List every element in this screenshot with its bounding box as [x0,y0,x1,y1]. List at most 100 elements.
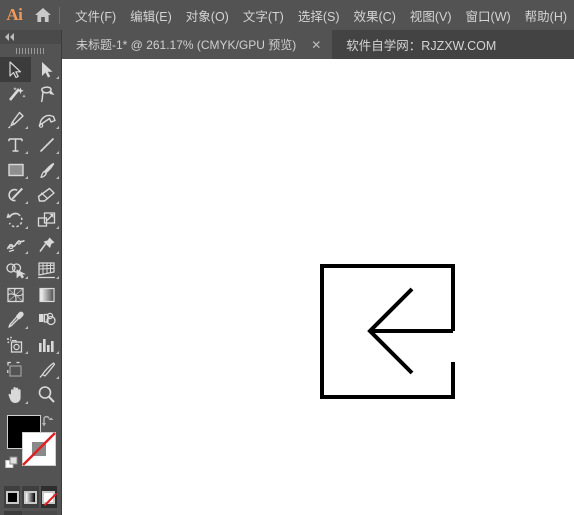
scale-tool[interactable] [31,207,62,232]
gradient-tool[interactable] [31,282,62,307]
eyedropper-tool[interactable] [0,307,31,332]
paint-mode-row [4,486,58,508]
curvature-tool[interactable] [31,107,62,132]
tool-flyout-indicator-icon [56,376,59,379]
menu-edit[interactable]: 编辑(E) [123,1,179,30]
blend-icon [38,312,56,325]
slice-knife-icon [39,361,55,378]
perspective-grid-icon [37,261,55,278]
menu-effect[interactable]: 效果(C) [347,1,403,30]
tool-flyout-indicator-icon [25,401,28,404]
pushpin-icon [38,237,54,252]
line-segment-tool[interactable] [31,132,62,157]
stroke-color-swatch[interactable] [22,432,56,466]
tool-flyout-indicator-icon [56,251,59,254]
paintbrush-icon [39,162,54,178]
menu-object[interactable]: 对象(O) [179,1,236,30]
white-arrow-cursor-icon [41,61,52,77]
tool-flyout-indicator-icon [25,201,28,204]
app-logo-icon: Ai [6,5,23,24]
shaper-tool[interactable] [0,182,31,207]
rotate-icon [6,212,23,227]
mesh-tool[interactable] [0,282,31,307]
hand-icon [8,387,21,403]
bar-graph-icon [39,338,54,352]
type-tool[interactable] [0,132,31,157]
full-screen-mode-button[interactable] [39,511,57,515]
tool-grid [0,57,61,407]
arrow-cursor-icon [8,60,21,78]
document-canvas[interactable] [62,59,574,515]
menu-select[interactable]: 选择(S) [291,1,347,30]
gradient-swatch-icon [23,490,37,504]
menu-type[interactable]: 文字(T) [236,1,291,30]
shape-builder-tool[interactable] [0,257,31,282]
tab-title: 软件自学网：RJZXW.COM [346,39,497,53]
gradient-mode-button[interactable] [22,486,39,508]
artwork-arrow-in-box[interactable] [252,200,532,480]
tool-flyout-indicator-icon [25,251,28,254]
tool-flyout-indicator-icon [56,201,59,204]
eyedropper-icon [7,311,24,328]
lasso-icon [40,85,54,102]
magnifier-icon [38,386,55,403]
selection-tool[interactable] [0,57,31,82]
symbol-sprayer-tool[interactable] [0,332,31,357]
artboard-tool[interactable] [0,357,31,382]
normal-screen-mode-button[interactable] [4,511,22,515]
paintbrush-tool[interactable] [31,157,62,182]
none-mode-button[interactable] [40,486,58,508]
none-slash-icon [22,432,56,466]
shaper-pencil-icon [8,187,23,201]
full-screen-menubar-mode-button[interactable] [22,511,40,515]
artboard-icon [7,361,22,377]
menu-bar: Ai 文件(F) 编辑(E) 对象(O) 文字(T) 选择(S) 效果(C) 视… [0,0,574,30]
hand-tool[interactable] [0,382,31,407]
rectangle-tool[interactable] [0,157,31,182]
tab-watermark[interactable]: 软件自学网：RJZXW.COM [332,30,508,59]
width-tool[interactable] [0,232,31,257]
pen-tool[interactable] [0,107,31,132]
default-fill-stroke-icon[interactable] [5,456,20,476]
blend-tool[interactable] [31,307,62,332]
tool-flyout-indicator-icon [56,276,59,279]
slice-tool[interactable] [31,357,62,382]
home-icon[interactable] [29,0,58,30]
rotate-tool[interactable] [0,207,31,232]
zoom-tool[interactable] [31,382,62,407]
tool-flyout-indicator-icon [25,126,28,129]
color-mode-button[interactable] [4,486,21,508]
perspective-grid-tool[interactable] [31,257,62,282]
fill-stroke-controls [0,411,61,483]
menu-view[interactable]: 视图(V) [403,1,459,30]
illustrator-window: Ai 文件(F) 编辑(E) 对象(O) 文字(T) 选择(S) 效果(C) 视… [0,0,574,515]
swap-fill-stroke-icon[interactable] [41,414,55,433]
menu-window[interactable]: 窗口(W) [459,1,518,30]
tool-flyout-indicator-icon [56,351,59,354]
rectangle-icon [7,163,24,176]
line-segment-icon [39,137,54,152]
menu-help[interactable]: 帮助(H) [518,1,574,30]
solid-color-icon [5,490,19,504]
tool-flyout-indicator-icon [25,351,28,354]
tab-document-active[interactable]: 未标题-1* @ 261.17% (CMYK/GPU 预览) ✕ [62,30,333,59]
close-icon[interactable]: ✕ [308,39,324,51]
collapse-panel-button[interactable] [0,30,61,44]
column-graph-tool[interactable] [31,332,62,357]
menu-file[interactable]: 文件(F) [68,1,123,30]
direct-selection-tool[interactable] [31,57,62,82]
tab-title: 未标题-1* @ 261.17% (CMYK/GPU 预览) [76,38,297,52]
panel-drag-handle[interactable] [0,44,61,57]
tool-flyout-indicator-icon [56,176,59,179]
lasso-tool[interactable] [31,82,62,107]
magic-wand-tool[interactable] [0,82,31,107]
tool-flyout-indicator-icon [25,176,28,179]
free-transform-tool[interactable] [31,232,62,257]
width-warp-icon [6,239,25,252]
tool-flyout-indicator-icon [25,226,28,229]
none-slash-icon [42,490,58,506]
eraser-tool[interactable] [31,182,62,207]
pen-icon [7,111,24,129]
tool-flyout-indicator-icon [56,126,59,129]
document-tab-bar: 未标题-1* @ 261.17% (CMYK/GPU 预览) ✕ 软件自学网：R… [62,30,574,59]
